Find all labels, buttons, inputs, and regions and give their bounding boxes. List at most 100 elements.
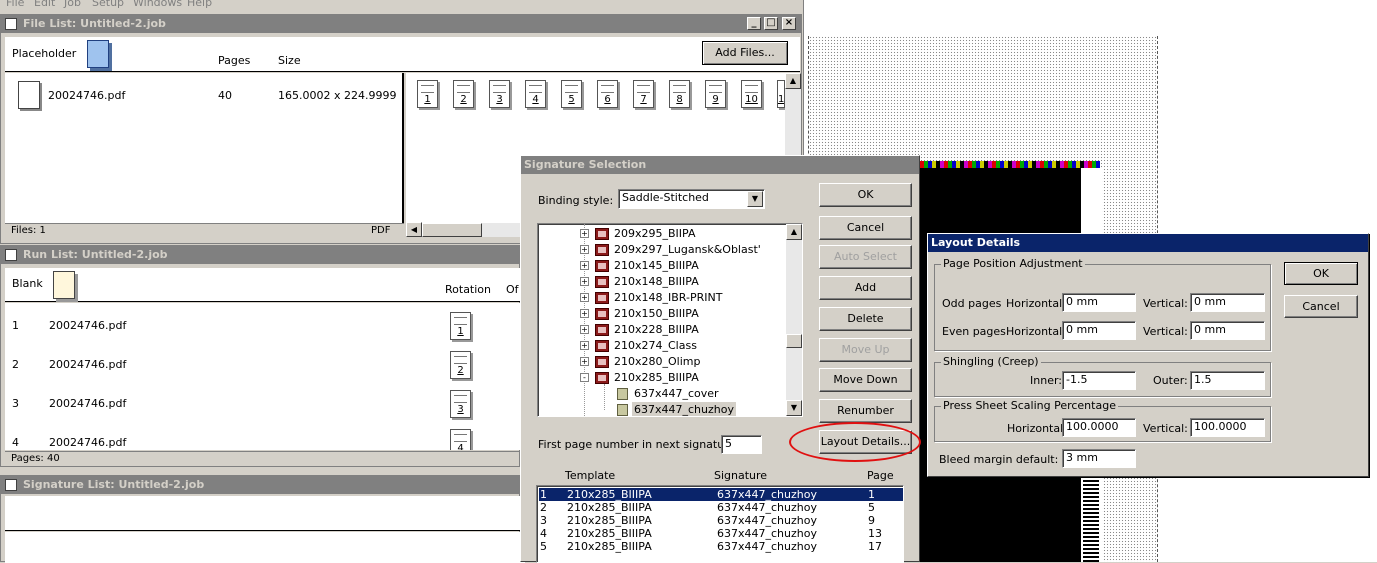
chevron-down-icon[interactable]: ▼ [747,191,763,207]
inner-input[interactable]: -1.5 [1062,371,1136,390]
ok-button[interactable]: OK [819,183,912,207]
expand-icon[interactable]: + [580,325,589,334]
first-page-input[interactable]: 5 [721,435,762,454]
offset-column-header[interactable]: Of [506,283,519,296]
scroll-down-arrow-icon[interactable]: ▼ [786,400,802,416]
signature-grid[interactable]: 1 210x285_BIIIPA 637x447_chuzhoy 1 2 210… [536,485,904,563]
menu-job[interactable]: Job [64,0,81,9]
tree-leaf[interactable]: 637x447_cover [538,386,738,402]
scroll-up-arrow-icon[interactable]: ▲ [786,224,802,240]
signature-column-header[interactable]: Signature [714,469,767,482]
expand-icon[interactable]: + [580,277,589,286]
collapse-icon[interactable]: - [580,373,589,382]
page-thumbnail[interactable]: 9 [705,80,726,108]
template-column-header[interactable]: Template [565,469,615,482]
expand-icon[interactable]: + [580,293,589,302]
run-row[interactable]: 4 20024746.pdf 4 [5,428,525,450]
page-thumbnail[interactable]: 11 [777,80,785,108]
add-files-button[interactable]: Add Files... [702,41,788,65]
layout-details-titlebar[interactable]: Layout Details [928,234,1368,252]
scaling-title: Press Sheet Scaling Percentage [941,399,1118,412]
even-vertical-input[interactable]: 0 mm [1190,321,1265,340]
even-horizontal-input[interactable]: 0 mm [1062,321,1136,340]
file-row[interactable]: 20024746.pdf 40 165.0002 x 224.9999 [5,81,404,111]
page-thumbnail[interactable]: 6 [597,80,618,108]
size-column-header[interactable]: Size [278,54,301,67]
auto-select-button[interactable]: Auto Select [819,245,912,269]
page-thumbnail[interactable]: 3 [489,80,510,108]
page-thumbnail[interactable]: 1 [417,80,438,108]
run-list-titlebar[interactable]: Run List: Untitled-2.job [1,246,519,264]
page-thumbnail[interactable]: 8 [669,80,690,108]
outer-input[interactable]: 1.5 [1190,371,1265,390]
odd-horizontal-input[interactable]: 0 mm [1062,293,1136,312]
scrollbar-thumb[interactable] [422,223,482,237]
grid-row[interactable]: 4 210x285_BIIIPA 637x447_chuzhoy 13 [539,527,903,540]
menu-help[interactable]: Help [187,0,212,9]
menu-edit[interactable]: Edit [34,0,55,9]
blank-page-icon[interactable] [53,271,75,299]
page-thumbnail[interactable]: 2 [453,80,474,108]
scroll-up-arrow-icon[interactable]: ▲ [785,73,801,89]
page-column-header[interactable]: Page [867,469,894,482]
menu-file[interactable]: File [6,0,24,9]
expand-icon[interactable]: + [580,341,589,350]
even-pages-label: Even pages [942,325,1006,338]
placeholder-page-icon[interactable] [87,40,109,68]
grid-row-signature: 637x447_chuzhoy [717,527,817,540]
run-row[interactable]: 2 20024746.pdf 2 [5,350,525,384]
expand-icon[interactable]: + [580,229,589,238]
cancel-button[interactable]: Cancel [819,216,912,240]
tree-scrollbar[interactable]: ▲ ▼ [786,224,802,416]
page-thumbnail[interactable]: 7 [633,80,654,108]
scrollbar-thumb[interactable] [786,334,802,348]
page-thumbnail[interactable]: 2 [450,351,471,379]
move-down-button[interactable]: Move Down [819,368,912,392]
scroll-left-arrow-icon[interactable]: ◀ [406,222,422,237]
page-thumbnail[interactable]: 10 [741,80,762,108]
file-list-titlebar[interactable]: File List: Untitled-2.job _ □ × [1,15,801,33]
ok-button[interactable]: OK [1284,262,1358,285]
menu-setup[interactable]: Setup [92,0,124,9]
odd-vertical-input[interactable]: 0 mm [1190,293,1265,312]
close-button[interactable]: × [782,17,796,30]
file-pages: 40 [218,89,232,102]
grid-row[interactable]: 2 210x285_BIIIPA 637x447_chuzhoy 5 [539,501,903,514]
template-tree[interactable]: +209x295_BIIPA +209x297_Lugansk&Oblast' … [537,223,803,417]
signature-list-titlebar[interactable]: Signature List: Untitled-2.job [1,476,519,494]
scaling-vertical-input[interactable]: 100.0000 [1190,418,1265,437]
expand-icon[interactable]: + [580,261,589,270]
move-up-button[interactable]: Move Up [819,338,912,362]
grid-row[interactable]: 1 210x285_BIIIPA 637x447_chuzhoy 1 [539,488,903,501]
page-number: 2 [457,365,464,376]
page-thumbnail[interactable]: 4 [450,429,471,450]
expand-icon[interactable]: + [580,245,589,254]
minimize-button[interactable]: _ [747,17,761,30]
delete-button[interactable]: Delete [819,307,912,331]
grid-row[interactable]: 3 210x285_BIIIPA 637x447_chuzhoy 9 [539,514,903,527]
signature-selection-titlebar[interactable]: Signature Selection [521,156,919,174]
pages-column-header[interactable]: Pages [218,54,250,67]
menu-windows[interactable]: Windows [133,0,182,9]
expand-icon[interactable]: + [580,357,589,366]
scaling-horizontal-input[interactable]: 100.0000 [1062,418,1136,437]
add-button[interactable]: Add [819,276,912,300]
page-thumbnail[interactable]: 5 [561,80,582,108]
maximize-button[interactable]: □ [764,17,778,30]
rotation-column-header[interactable]: Rotation [445,283,491,296]
renumber-button[interactable]: Renumber [819,399,912,423]
page-thumbnail[interactable]: 3 [450,390,471,418]
page-number: 6 [604,94,611,105]
page-thumbnail[interactable]: 1 [450,312,471,340]
run-row[interactable]: 1 20024746.pdf 1 [5,311,525,345]
page-thumbnail[interactable]: 4 [525,80,546,108]
fold-mark [1083,478,1099,562]
binding-style-select[interactable]: Saddle-Stitched ▼ [618,189,765,209]
bleed-margin-input[interactable]: 3 mm [1062,449,1136,468]
expand-icon[interactable]: + [580,309,589,318]
tree-item-label: 209x295_BIIPA [614,227,696,240]
cancel-button[interactable]: Cancel [1284,295,1358,318]
run-row[interactable]: 3 20024746.pdf 3 [5,389,525,423]
tree-leaf-selected[interactable]: 637x447_chuzhoy [538,402,738,416]
grid-row[interactable]: 5 210x285_BIIIPA 637x447_chuzhoy 17 [539,540,903,553]
